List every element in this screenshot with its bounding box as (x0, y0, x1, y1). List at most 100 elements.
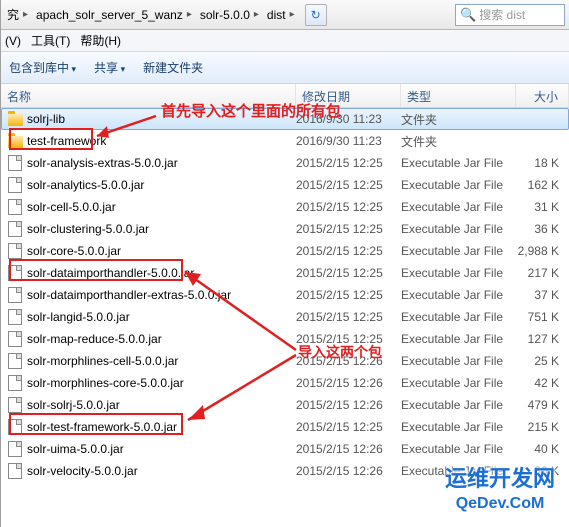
file-row[interactable]: solr-cell-5.0.0.jar2015/2/15 12:25Execut… (1, 196, 569, 218)
jar-file-icon (7, 397, 23, 413)
file-name: solr-morphlines-cell-5.0.0.jar (27, 354, 296, 368)
chevron-right-icon[interactable]: ▸ (19, 9, 32, 20)
file-name: solr-morphlines-core-5.0.0.jar (27, 376, 296, 390)
file-name: solr-velocity-5.0.0.jar (27, 464, 296, 478)
file-row[interactable]: solr-morphlines-cell-5.0.0.jar2015/2/15 … (1, 350, 569, 372)
file-size: 30 K (516, 464, 569, 478)
file-type: Executable Jar File (401, 156, 516, 170)
file-row[interactable]: solr-uima-5.0.0.jar2015/2/15 12:26Execut… (1, 438, 569, 460)
col-type[interactable]: 类型 (401, 84, 516, 107)
file-date: 2015/2/15 12:25 (296, 288, 401, 302)
menu-tools[interactable]: 工具(T) (31, 32, 70, 49)
menu-view[interactable]: (V) (5, 34, 21, 48)
file-date: 2015/2/15 12:25 (296, 200, 401, 214)
file-size: 2,988 K (516, 244, 569, 258)
search-input[interactable]: 🔍 搜索 dist (455, 4, 565, 26)
file-row[interactable]: solr-dataimporthandler-extras-5.0.0.jar2… (1, 284, 569, 306)
file-size: 127 K (516, 332, 569, 346)
file-type: 文件夹 (401, 133, 516, 150)
file-name: solr-analysis-extras-5.0.0.jar (27, 156, 296, 170)
file-row[interactable]: solr-solrj-5.0.0.jar2015/2/15 12:26Execu… (1, 394, 569, 416)
chevron-right-icon[interactable]: ▸ (286, 9, 299, 20)
jar-file-icon (7, 177, 23, 193)
col-date[interactable]: 修改日期 (296, 84, 401, 107)
file-date: 2015/2/15 12:25 (296, 178, 401, 192)
menu-bar: (V) 工具(T) 帮助(H) (1, 30, 569, 52)
file-date: 2015/2/15 12:25 (296, 156, 401, 170)
jar-file-icon (7, 155, 23, 171)
file-row[interactable]: solr-core-5.0.0.jar2015/2/15 12:25Execut… (1, 240, 569, 262)
chevron-right-icon[interactable]: ▸ (250, 9, 263, 20)
jar-file-icon (7, 331, 23, 347)
file-row[interactable]: solr-analysis-extras-5.0.0.jar2015/2/15 … (1, 152, 569, 174)
file-size: 479 K (516, 398, 569, 412)
file-row[interactable]: solr-velocity-5.0.0.jar2015/2/15 12:26Ex… (1, 460, 569, 482)
folder-icon (7, 111, 23, 127)
toolbar: 包含到库中 共享 新建文件夹 (1, 52, 569, 84)
breadcrumb-item[interactable]: dist▸ (265, 4, 301, 26)
file-size: 42 K (516, 376, 569, 390)
jar-file-icon (7, 419, 23, 435)
file-type: Executable Jar File (401, 398, 516, 412)
file-date: 2015/2/15 12:25 (296, 244, 401, 258)
file-date: 2015/2/15 12:26 (296, 354, 401, 368)
file-type: Executable Jar File (401, 266, 516, 280)
address-bar: 究▸ apach_solr_server_5_wanz▸ solr-5.0.0▸… (1, 0, 569, 30)
menu-help[interactable]: 帮助(H) (80, 32, 121, 49)
folder-icon (7, 133, 23, 149)
file-type: Executable Jar File (401, 354, 516, 368)
jar-file-icon (7, 265, 23, 281)
refresh-button[interactable]: ↻ (305, 4, 327, 26)
jar-file-icon (7, 199, 23, 215)
file-date: 2015/2/15 12:25 (296, 310, 401, 324)
watermark-url: QeDev.CoM (445, 495, 555, 513)
file-date: 2015/2/15 12:26 (296, 442, 401, 456)
file-row[interactable]: solr-clustering-5.0.0.jar2015/2/15 12:25… (1, 218, 569, 240)
file-row[interactable]: solr-analytics-5.0.0.jar2015/2/15 12:25E… (1, 174, 569, 196)
file-row[interactable]: solr-test-framework-5.0.0.jar2015/2/15 1… (1, 416, 569, 438)
col-name[interactable]: 名称 (1, 84, 296, 107)
file-type: Executable Jar File (401, 310, 516, 324)
file-row[interactable]: solr-map-reduce-5.0.0.jar2015/2/15 12:25… (1, 328, 569, 350)
file-row[interactable]: solr-dataimporthandler-5.0.0.jar2015/2/1… (1, 262, 569, 284)
file-row[interactable]: solrj-lib2016/9/30 11:23文件夹 (1, 108, 569, 130)
chevron-right-icon[interactable]: ▸ (183, 9, 196, 20)
file-date: 2015/2/15 12:26 (296, 464, 401, 478)
file-name: solrj-lib (27, 112, 296, 126)
file-name: solr-analytics-5.0.0.jar (27, 178, 296, 192)
file-name: solr-dataimporthandler-5.0.0.jar (27, 266, 296, 280)
breadcrumb-item[interactable]: apach_solr_server_5_wanz▸ (34, 4, 198, 26)
file-name: solr-clustering-5.0.0.jar (27, 222, 296, 236)
col-size[interactable]: 大小 (516, 84, 569, 107)
file-row[interactable]: test-framework2016/9/30 11:23文件夹 (1, 130, 569, 152)
file-size: 25 K (516, 354, 569, 368)
file-row[interactable]: solr-morphlines-core-5.0.0.jar2015/2/15 … (1, 372, 569, 394)
file-type: Executable Jar File (401, 464, 516, 478)
file-type: 文件夹 (401, 111, 516, 128)
breadcrumb-item[interactable]: 究▸ (5, 4, 34, 26)
jar-file-icon (7, 243, 23, 259)
file-type: Executable Jar File (401, 178, 516, 192)
jar-file-icon (7, 441, 23, 457)
file-size: 217 K (516, 266, 569, 280)
breadcrumb-item[interactable]: solr-5.0.0▸ (198, 4, 265, 26)
file-type: Executable Jar File (401, 442, 516, 456)
file-type: Executable Jar File (401, 288, 516, 302)
file-name: solr-solrj-5.0.0.jar (27, 398, 296, 412)
file-type: Executable Jar File (401, 420, 516, 434)
file-date: 2015/2/15 12:25 (296, 332, 401, 346)
include-in-library-button[interactable]: 包含到库中 (9, 59, 76, 76)
search-placeholder: 搜索 dist (479, 6, 525, 23)
file-size: 40 K (516, 442, 569, 456)
file-row[interactable]: solr-langid-5.0.0.jar2015/2/15 12:25Exec… (1, 306, 569, 328)
new-folder-button[interactable]: 新建文件夹 (143, 59, 203, 76)
file-type: Executable Jar File (401, 222, 516, 236)
file-size: 37 K (516, 288, 569, 302)
file-size: 36 K (516, 222, 569, 236)
file-name: test-framework (27, 134, 296, 148)
jar-file-icon (7, 309, 23, 325)
share-button[interactable]: 共享 (94, 59, 125, 76)
jar-file-icon (7, 353, 23, 369)
file-name: solr-test-framework-5.0.0.jar (27, 420, 296, 434)
jar-file-icon (7, 375, 23, 391)
